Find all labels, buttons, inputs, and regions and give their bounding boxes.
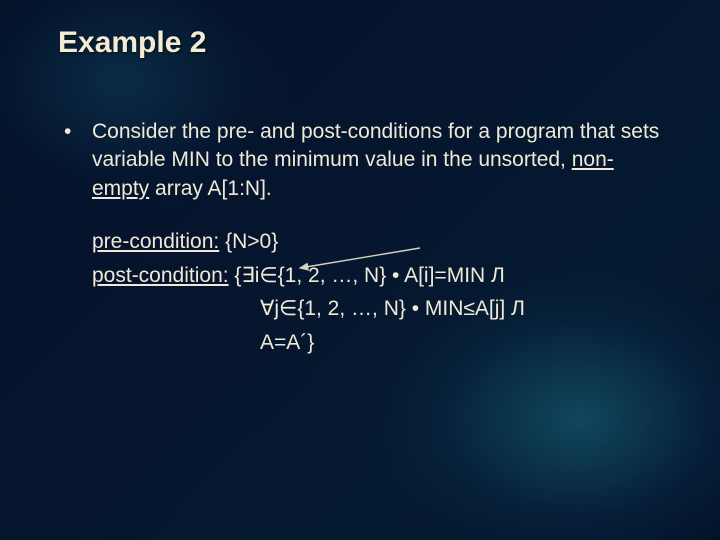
post-condition-label: post-condition:: [92, 264, 229, 287]
pre-condition-label: pre-condition:: [92, 230, 219, 253]
bullet-list: Consider the pre- and post-conditions fo…: [58, 118, 662, 203]
bullet-item: Consider the pre- and post-conditions fo…: [58, 118, 662, 203]
pre-condition-line: pre-condition: {N>0}: [92, 225, 662, 259]
post-condition-body2: ∀j∈{1, 2, …, N} • MIN≤A[j] Л: [260, 297, 525, 320]
slide: Example 2 Consider the pre- and post-con…: [0, 0, 720, 540]
post-condition-line3: A=A´}: [92, 326, 662, 360]
slide-content: Consider the pre- and post-conditions fo…: [58, 118, 662, 359]
post-condition-body3: A=A´}: [260, 331, 314, 354]
post-condition-body1: {∃i∈{1, 2, …, N} • A[i]=MIN Л: [229, 264, 505, 287]
bullet-text-suffix: array A[1:N].: [149, 177, 272, 200]
slide-title: Example 2: [58, 26, 206, 60]
post-condition-line1: post-condition: {∃i∈{1, 2, …, N} • A[i]=…: [92, 259, 662, 293]
pre-condition-body: {N>0}: [219, 230, 278, 253]
conditions-block: pre-condition: {N>0} post-condition: {∃i…: [58, 225, 662, 359]
post-condition-line2: ∀j∈{1, 2, …, N} • MIN≤A[j] Л: [92, 292, 662, 326]
